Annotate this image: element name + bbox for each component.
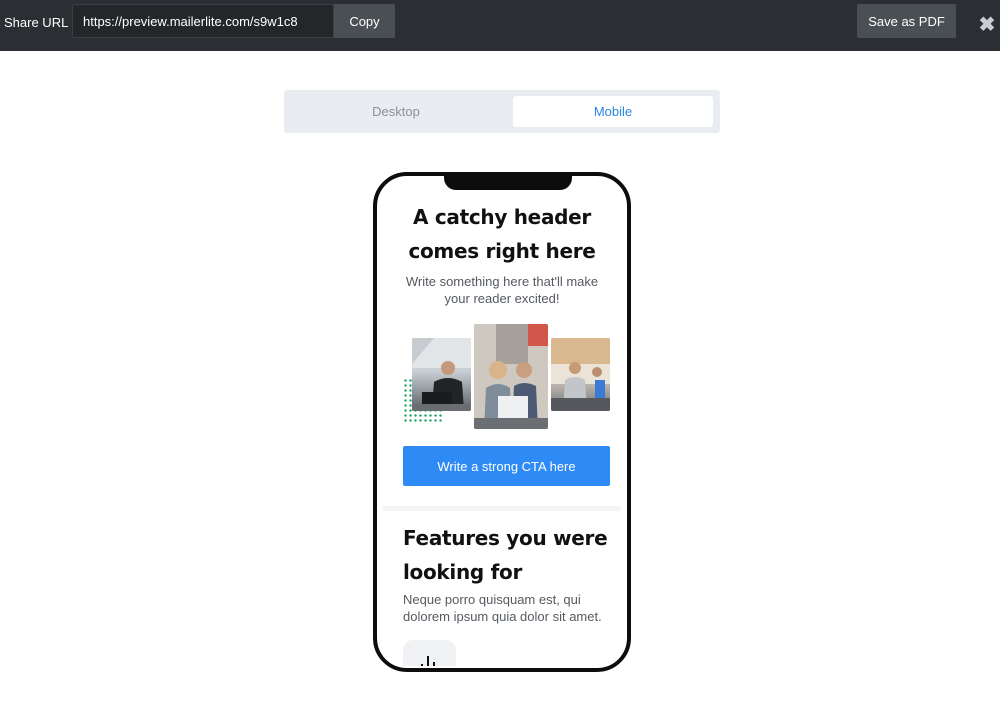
phone-notch [444,176,572,190]
copy-button[interactable]: Copy [334,4,395,38]
team-photo-center [474,324,548,429]
share-url-input[interactable] [72,4,334,38]
close-icon[interactable]: ✖ [976,12,998,36]
hero-subtitle: Write something here that'll make your r… [405,274,599,306]
tab-mobile[interactable]: Mobile [513,96,713,127]
save-as-pdf-button[interactable]: Save as PDF [857,4,956,38]
chart-icon [403,640,456,666]
team-photo-left [412,338,471,411]
view-mode-toggle: Desktop Mobile [284,90,720,133]
email-preview-screen[interactable]: A catchy header comes right here Write s… [383,182,621,666]
preview-toolbar: Share URL Copy Save as PDF ✖ [0,0,1000,51]
features-description: Neque porro quisquam est, qui dolorem ip… [403,592,602,624]
features-section: Features you were looking for Neque porr… [383,511,621,666]
team-photo-right [551,338,610,411]
features-title: Features you were looking for [403,526,608,584]
cta-button[interactable]: Write a strong CTA here [403,446,610,486]
mobile-phone-frame: A catchy header comes right here Write s… [373,172,631,672]
tab-desktop[interactable]: Desktop [296,96,496,127]
share-url-label: Share URL [4,15,69,30]
hero-section: A catchy header comes right here Write s… [383,182,621,506]
hero-title: A catchy header comes right here [408,205,596,263]
